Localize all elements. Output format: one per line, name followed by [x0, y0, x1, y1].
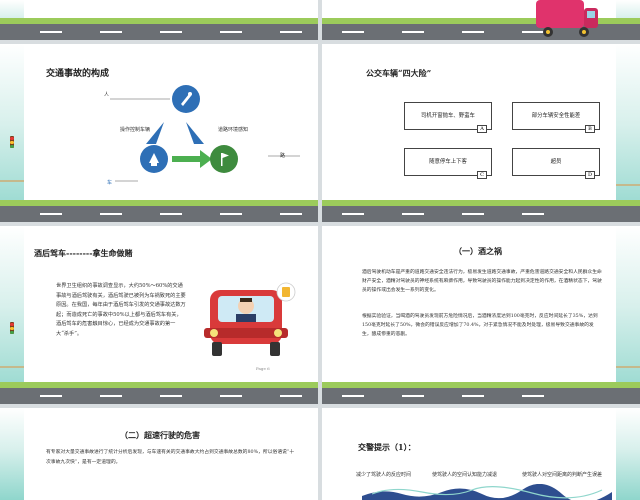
slide-para-1: 酒后驾驶机动车是严重的道路交通安全违法行为，极易发生道路交通事故，严重危害道路交… — [362, 270, 602, 293]
decor-column — [616, 226, 640, 404]
road-strip — [0, 206, 318, 222]
slide-thumb-6[interactable]: （一）酒之祸 酒后驾驶机动车是严重的道路交通安全违法行为，极易发生道路交通事故，… — [322, 226, 640, 404]
label-operate: 操作控制车辆 — [120, 127, 151, 133]
slide-title: 公交车辆“四大险” — [366, 68, 432, 78]
road-strip — [322, 206, 640, 222]
slide-title: 交警提示（1）： — [358, 442, 416, 452]
label-road: 路 — [280, 153, 286, 159]
road-strip — [0, 388, 318, 404]
road-strip — [322, 388, 640, 404]
label-car: 车 — [107, 180, 113, 186]
slide-title: 交通事故的构成 — [46, 69, 110, 79]
tip-item-3: 使驾驶人对空间距离的判断产生误差 — [522, 472, 603, 478]
slide-body: 世界卫生组织的事故调查显示，大约50%～60%的交通事故与酒后驾驶有关，酒后驾驶… — [56, 283, 186, 337]
tip-item-2: 使驾驶人的空间认知能力减退 — [432, 472, 498, 478]
risk-box-c: 随意停车上下客 C — [404, 148, 492, 179]
slide-thumb-2[interactable] — [322, 0, 640, 40]
person-node-icon — [172, 85, 200, 113]
label-person: 人 — [104, 92, 110, 98]
slide-thumb-5[interactable]: 酒后驾车--------拿生命做赌 世界卫生组织的事故调查显示，大约50%～60… — [0, 226, 318, 404]
traffic-light-icon — [10, 136, 14, 148]
risk-box-b: 部分车辆安全性能差 B — [512, 102, 600, 133]
slide-thumb-4[interactable]: 公交车辆“四大险” 司机开窗抛车、野蛮车 A 部分车辆安全性能差 B 随意停车上下客… — [322, 44, 640, 222]
slide-thumb-3[interactable]: 交通事故的构成 人 车 路 操作控制车辆 道路环境感知 — [0, 44, 318, 222]
slide-title: 酒后驾车--------拿生命做赌 — [34, 248, 133, 258]
road-strip — [0, 24, 318, 40]
decor-column — [0, 44, 24, 222]
slide-title: （二）超速行驶的危害 — [120, 430, 200, 440]
wave-decoration — [362, 484, 612, 500]
traffic-light-icon — [10, 322, 14, 334]
risk-box-a: 司机开窗抛车、野蛮车 A — [404, 102, 492, 133]
decor-column — [616, 408, 640, 500]
slide-title: （一）酒之祸 — [454, 246, 502, 256]
slide-body: 有专家对大量交通事故进行了统计分析后发现，与车速有关的交通事故大约占到交通事故总… — [46, 450, 295, 465]
label-env: 道路环境感知 — [218, 127, 249, 133]
decor-column — [0, 226, 24, 404]
car-node-icon — [140, 145, 168, 173]
truck-illustration — [536, 0, 598, 37]
slide-thumb-7[interactable]: （二）超速行驶的危害 有专家对大量交通事故进行了统计分析后发现，与车速有关的交通… — [0, 408, 318, 500]
decor-column — [0, 408, 24, 500]
drunk-driver-illustration — [204, 282, 296, 356]
page-number: Page 6 — [256, 366, 270, 371]
tip-item-1: 减少了驾驶人的反应时间 — [356, 472, 412, 478]
risk-box-d: 超员 D — [512, 148, 600, 179]
slide-thumb-8[interactable]: 交警提示（1）： 减少了驾驶人的反应时间 使驾驶人的空间认知能力减退 使驾驶人对… — [322, 408, 640, 500]
decor-column — [616, 44, 640, 222]
slide-thumb-1[interactable] — [0, 0, 318, 40]
road-node-icon — [210, 145, 238, 173]
slide-para-2: 根据实验验证，当喝酒的驾驶员发现前方危险情况后，当酒精浓度达到100毫克时，反应… — [362, 314, 598, 337]
